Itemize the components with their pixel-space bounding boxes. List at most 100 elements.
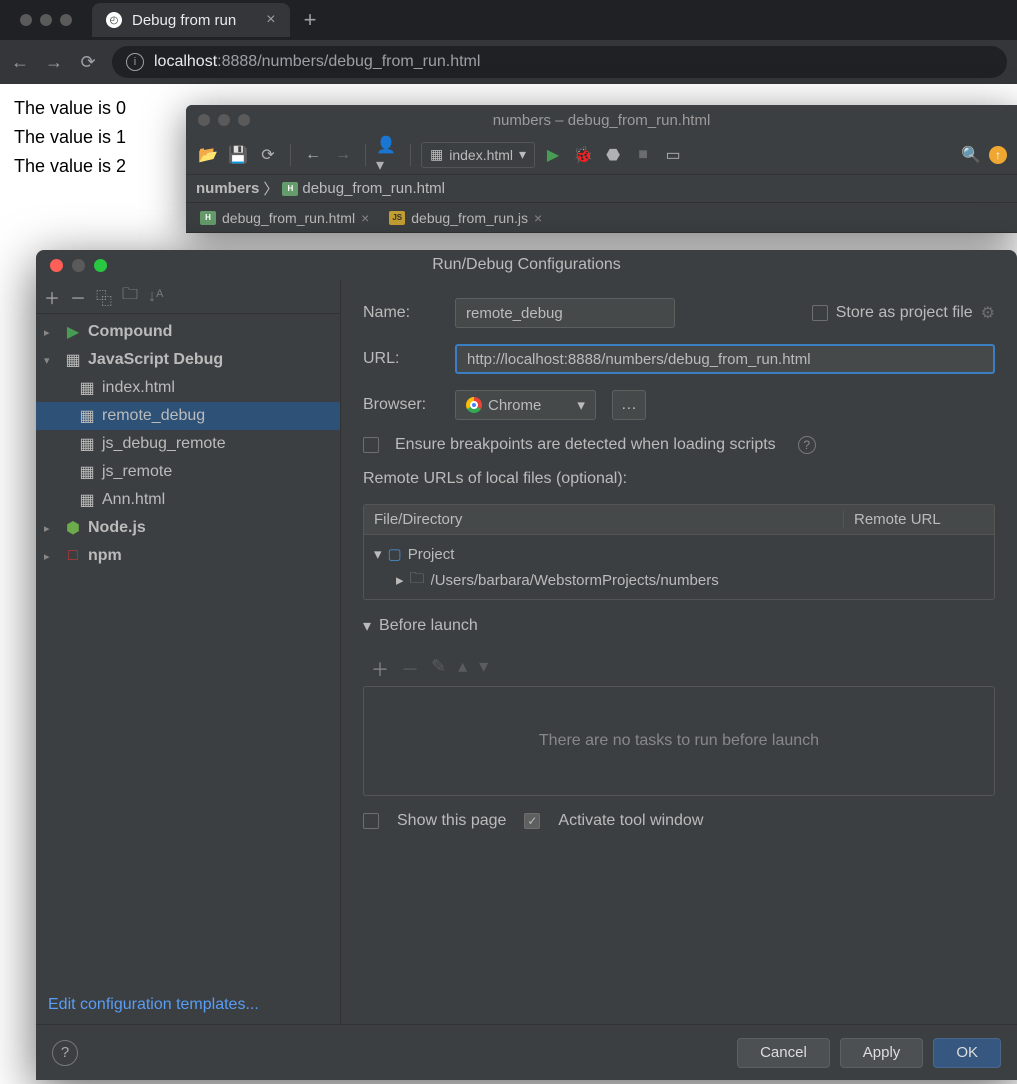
config-tree-panel: ＋ － ⿻ 🗀 ↓ᴬ ▸ ▶ Compound ▾ ▦ JavaScript D… — [36, 280, 341, 1024]
traffic-min-icon[interactable] — [72, 259, 85, 272]
name-label: Name: — [363, 304, 439, 322]
name-input[interactable] — [455, 298, 675, 328]
task-toolbar: ＋ － ✎ ▴ ▾ — [363, 652, 995, 686]
tree-node-nodejs[interactable]: ▸ ⬢ Node.js — [36, 514, 340, 542]
browser-select[interactable]: Chrome ▾ — [455, 390, 596, 420]
chevron-down-icon: ▾ — [363, 616, 371, 636]
forward-icon[interactable]: → — [44, 52, 64, 73]
up-icon[interactable]: ▴ — [458, 656, 467, 682]
table-row[interactable]: ▸ 🗀 /Users/barbara/WebstormProjects/numb… — [374, 567, 984, 593]
config-form: Name: Store as project file ⚙ URL: Brows… — [341, 280, 1017, 1024]
remove-icon[interactable]: － — [70, 285, 86, 309]
config-icon: ▦ — [78, 378, 96, 398]
site-info-icon[interactable]: i — [126, 53, 144, 71]
folder-icon[interactable]: 🗀 — [122, 283, 138, 310]
node-label: Compound — [88, 323, 172, 341]
search-icon[interactable]: 🔍 — [959, 143, 983, 167]
before-launch-section[interactable]: ▾ Before launch — [363, 616, 995, 636]
back-icon[interactable]: ← — [301, 143, 325, 167]
dialog-titlebar: Run/Debug Configurations — [36, 250, 1017, 280]
coverage-icon[interactable]: ⬣ — [601, 143, 625, 167]
browser-nav-bar: ← → ⟳ i localhost:8888/numbers/debug_fro… — [0, 40, 1017, 84]
help-icon[interactable]: ? — [798, 436, 816, 454]
traffic-max-icon[interactable] — [60, 14, 72, 26]
tab-title: Debug from run — [132, 12, 236, 29]
editor-tab[interactable]: H debug_from_run.html × — [190, 203, 379, 232]
tree-item[interactable]: ▦ index.html — [36, 374, 340, 402]
url-input[interactable] — [455, 344, 995, 374]
tree-item-selected[interactable]: ▦ remote_debug — [36, 402, 340, 430]
chevron-down-icon: ▾ — [577, 396, 585, 414]
traffic-max-icon[interactable] — [238, 114, 250, 126]
run-config-selector[interactable]: ▦ index.html ▾ — [421, 142, 535, 168]
before-launch-label: Before launch — [379, 617, 478, 635]
breadcrumb-file[interactable]: debug_from_run.html — [302, 180, 445, 197]
remove-icon[interactable]: － — [401, 656, 419, 682]
reload-icon[interactable]: ⟳ — [78, 52, 98, 73]
traffic-close-icon[interactable] — [198, 114, 210, 126]
stop-icon[interactable]: ■ — [631, 143, 655, 167]
browser-more-button[interactable]: … — [612, 390, 646, 420]
close-tab-icon[interactable]: × — [534, 210, 542, 226]
save-icon[interactable]: 💾 — [226, 143, 250, 167]
edit-templates-link[interactable]: Edit configuration templates... — [48, 996, 259, 1013]
config-icon: ▦ — [78, 490, 96, 510]
tree-item[interactable]: ▦ js_remote — [36, 458, 340, 486]
down-icon[interactable]: ▾ — [479, 656, 488, 682]
ok-button[interactable]: OK — [933, 1038, 1001, 1068]
address-bar[interactable]: i localhost:8888/numbers/debug_from_run.… — [112, 46, 1007, 78]
store-label: Store as project file — [836, 304, 973, 322]
close-tab-icon[interactable]: × — [266, 11, 275, 29]
open-icon[interactable]: 📂 — [196, 143, 220, 167]
copy-icon[interactable]: ⿻ — [96, 285, 112, 309]
cancel-button[interactable]: Cancel — [737, 1038, 830, 1068]
ide-window: numbers – debug_from_run.html 📂 💾 ⟳ ← → … — [186, 105, 1017, 233]
show-page-checkbox[interactable] — [363, 813, 379, 829]
debug-icon[interactable]: 🐞 — [571, 143, 595, 167]
chevron-right-icon: 〉 — [263, 178, 278, 199]
editor-tabs: H debug_from_run.html × JS debug_from_ru… — [186, 203, 1017, 233]
table-row[interactable]: ▾ ▢ Project — [374, 541, 984, 567]
url-host: localhost — [154, 53, 217, 70]
traffic-max-icon[interactable] — [94, 259, 107, 272]
new-tab-button[interactable]: + — [304, 7, 317, 33]
sync-icon[interactable]: ⟳ — [256, 143, 280, 167]
item-label: index.html — [102, 379, 175, 397]
sort-icon[interactable]: ↓ᴬ — [148, 288, 163, 306]
store-checkbox[interactable] — [812, 305, 828, 321]
browser-tab[interactable]: ◴ Debug from run × — [92, 3, 290, 37]
update-icon[interactable]: ↑ — [989, 146, 1007, 164]
user-icon[interactable]: 👤▾ — [376, 143, 400, 167]
help-button[interactable]: ? — [52, 1040, 78, 1066]
traffic-min-icon[interactable] — [218, 114, 230, 126]
tree-node-compound[interactable]: ▸ ▶ Compound — [36, 318, 340, 346]
chevron-down-icon: ▾ — [374, 545, 382, 563]
traffic-min-icon[interactable] — [40, 14, 52, 26]
breadcrumb-root[interactable]: numbers — [196, 180, 259, 197]
gear-icon[interactable]: ⚙ — [981, 303, 995, 323]
add-icon[interactable]: ＋ — [44, 285, 60, 309]
close-tab-icon[interactable]: × — [361, 210, 369, 226]
traffic-close-icon[interactable] — [20, 14, 32, 26]
tree-node-npm[interactable]: ▸ □ npm — [36, 542, 340, 570]
forward-icon[interactable]: → — [331, 143, 355, 167]
back-icon[interactable]: ← — [10, 52, 30, 73]
dialog-title: Run/Debug Configurations — [432, 256, 621, 274]
traffic-close-icon[interactable] — [50, 259, 63, 272]
tree-item[interactable]: ▦ Ann.html — [36, 486, 340, 514]
activate-tw-checkbox[interactable]: ✓ — [524, 813, 540, 829]
tree-toolbar: ＋ － ⿻ 🗀 ↓ᴬ — [36, 280, 340, 314]
window-traffic-lights — [8, 14, 84, 26]
tree-item[interactable]: ▦ js_debug_remote — [36, 430, 340, 458]
editor-tab[interactable]: JS debug_from_run.js × — [379, 203, 552, 232]
apply-button[interactable]: Apply — [840, 1038, 924, 1068]
dialog-traffic-lights — [50, 259, 107, 272]
node-label: JavaScript Debug — [88, 351, 223, 369]
screen-icon[interactable]: ▭ — [661, 143, 685, 167]
ensure-bp-checkbox[interactable] — [363, 437, 379, 453]
run-icon[interactable]: ▶ — [541, 143, 565, 167]
edit-icon[interactable]: ✎ — [431, 656, 446, 682]
add-icon[interactable]: ＋ — [371, 656, 389, 682]
tree-node-jsdebug[interactable]: ▾ ▦ JavaScript Debug — [36, 346, 340, 374]
no-tasks-label: There are no tasks to run before launch — [539, 732, 819, 750]
